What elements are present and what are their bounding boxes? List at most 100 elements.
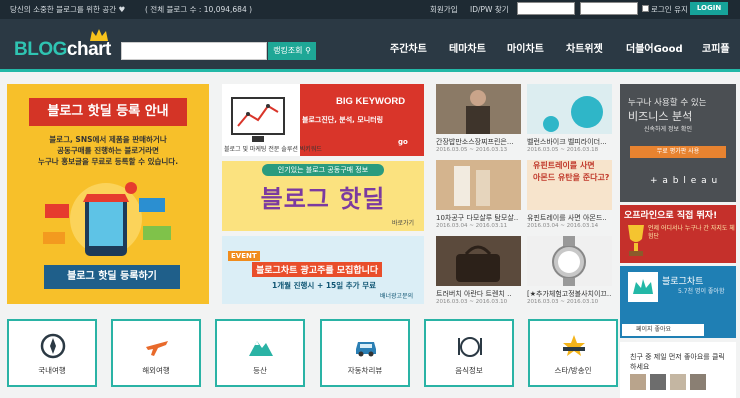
facebook-friends-text: 친구 중 제일 먼저 좋아요를 클릭하세요 — [630, 353, 725, 371]
site-tagline: 당신의 소중한 블로그를 위한 공간 ♥ — [10, 5, 126, 14]
balance-bike-photo — [527, 84, 612, 134]
person-photo — [436, 84, 521, 134]
product-thumb[interactable] — [527, 236, 612, 286]
hotdeal-info-banner[interactable]: 인기있는 블로그 공동구매 정보 블로그 핫딜 바로가기 — [222, 161, 424, 231]
product-date: 2016.03.05 ~ 2016.03.18 — [527, 147, 599, 153]
product-thumb[interactable]: 유핀트레이를 사면 아몬드 유탄을 준다고? — [527, 160, 612, 210]
hotdeal-info-pill: 인기있는 블로그 공동구매 정보 — [262, 164, 384, 176]
product-caption[interactable]: 간장밥만소스장찌프린은... — [436, 137, 522, 147]
category-food-info[interactable]: 음식정보 — [424, 319, 514, 387]
mountain-icon — [249, 341, 273, 356]
keep-login-label: 로그인 유지 — [651, 5, 688, 14]
top-utility-bar: 당신의 소중한 블로그를 위한 공간 ♥ ( 전체 블로그 수 : 10,094… — [0, 0, 740, 19]
friend-avatar[interactable] — [690, 374, 706, 390]
friend-avatar[interactable] — [630, 374, 646, 390]
product-caption[interactable]: [★추가체험고정볼사치이끄.. — [527, 289, 613, 299]
blogchart-page-avatar — [628, 272, 658, 302]
ranking-search-label: 랭킹조회 — [273, 46, 303, 55]
tableau-ad-line2: 비즈니스 분석 — [628, 110, 693, 123]
advertiser-event-banner[interactable]: EVENT 블로그차트 광고주를 모집합니다 1개월 진행시 + 15일 추가 … — [222, 236, 424, 304]
offline-ad-sub: 언제 어디서나 누구나 간 자지도 체험단 — [648, 225, 735, 240]
category-domestic-travel[interactable]: 국내여행 — [7, 319, 97, 387]
category-car-review[interactable]: 자동차리뷰 — [320, 319, 410, 387]
handbag-photo — [436, 236, 521, 286]
category-label: 국내여행 — [38, 366, 66, 375]
tableau-brand: + a b l e a u — [650, 176, 719, 186]
event-badge: EVENT — [228, 251, 260, 261]
product-date: 2016.03.03 ~ 2016.03.10 — [527, 299, 599, 305]
chart-monitor-illustration — [231, 97, 285, 142]
product-thumb[interactable] — [436, 84, 521, 134]
keep-login-checkbox[interactable] — [642, 5, 649, 12]
product-date: 2016.03.04 ~ 2016.03.11 — [436, 223, 508, 229]
find-id-pw-link[interactable]: ID/PW 찾기 — [470, 4, 509, 15]
facebook-like-button[interactable]: 페이지 좋아요 — [622, 324, 704, 336]
hotdeal-info-more[interactable]: 바로가기 — [392, 218, 414, 227]
product-thumb[interactable] — [436, 160, 521, 210]
product-thumb[interactable] — [527, 84, 612, 134]
desc-line: 공동구매를 진행하는 블로거라면 — [57, 146, 159, 155]
product-date: 2016.03.05 ~ 2016.03.13 — [436, 147, 508, 153]
hotdeal-register-button[interactable]: 블로그 핫딜 등록하기 — [44, 265, 180, 289]
category-label: 해외여행 — [142, 366, 170, 375]
event-more[interactable]: 배너광고문의 — [380, 291, 413, 300]
airplane-icon — [146, 341, 168, 356]
trophy-icon — [628, 225, 644, 256]
product-caption[interactable]: 트러버치 아란다 트렌치 .. — [436, 289, 522, 299]
friend-avatar[interactable] — [670, 374, 686, 390]
product-caption[interactable]: 10차공구 다모살루 탐모살.. — [436, 213, 522, 223]
category-label: 스타/방송인 — [554, 366, 592, 375]
facebook-page-widget[interactable]: 블로그차트 5.7천 명이 좋아함 페이지 좋아요 — [620, 266, 736, 338]
compass-icon — [40, 333, 66, 359]
tableau-ad[interactable]: 누구나 사용할 수 있는 비즈니스 분석 신속하게 정보 확인 무료 평가판 사… — [620, 84, 736, 202]
tableau-ad-headline: 누구나 사용할 수 있는 비즈니스 분석 — [628, 97, 707, 123]
category-hiking[interactable]: 등산 — [215, 319, 305, 387]
nav-copeople[interactable]: 코피플 — [702, 40, 730, 55]
product-date: 2016.03.03 ~ 2016.03.10 — [436, 299, 508, 305]
dish-icon — [458, 337, 482, 357]
big-keyword-banner[interactable]: BIG KEYWORD 블로그진단, 분석, 모니터링 블로그 및 마케팅 전문… — [222, 84, 424, 156]
cosmetics-photo — [436, 160, 521, 210]
category-label: 자동차리뷰 — [347, 366, 383, 375]
category-star-celebrity[interactable]: 스타/방송인 — [528, 319, 618, 387]
event-title: 블로그차트 광고주를 모집합니다 — [252, 262, 383, 277]
big-keyword-title: BIG KEYWORD — [336, 96, 406, 107]
hotdeal-banner-title: 블로그 핫딜 등록 안내 — [29, 98, 187, 126]
offline-experience-ad[interactable]: 오프라인으로 직접 뛰자! 언제 어디서나 누구나 간 자지도 체험단 — [620, 205, 736, 263]
nav-my-chart[interactable]: 마이차트 — [507, 40, 544, 55]
friend-avatar[interactable] — [650, 374, 666, 390]
ranking-search-button[interactable]: 랭킹조회 ⚲ — [268, 42, 316, 60]
category-label: 음식정보 — [455, 366, 483, 375]
tableau-trial-button[interactable]: 무료 평가판 사용 — [630, 146, 726, 158]
login-button[interactable]: LOGIN — [690, 2, 728, 15]
event-sub: 1개월 진행시 + 15일 추가 무료 — [272, 281, 376, 290]
big-keyword-tag: 블로그진단, 분석, 모니터링 — [302, 116, 384, 124]
facebook-like-label: 페이지 좋아요 — [636, 326, 672, 333]
tableau-ad-line1: 누구나 사용할 수 있는 — [628, 98, 707, 108]
hotdeal-register-banner[interactable]: 블로그 핫딜 등록 안내 블로그, SNS에서 제품을 판매하거나 공동구매를 … — [7, 84, 209, 304]
nav-theme-chart[interactable]: 테마차트 — [449, 40, 486, 55]
facebook-friends-panel: 친구 중 제일 먼저 좋아요를 클릭하세요 — [620, 342, 736, 398]
shopping-illustration — [43, 182, 171, 256]
big-keyword-go[interactable]: go — [398, 138, 408, 146]
hotdeal-banner-desc: 블로그, SNS에서 제품을 판매하거나 공동구매를 진행하는 블로거라면 누구… — [15, 134, 201, 167]
product-caption[interactable]: 유핀트레이를 사면 아몬드.. — [527, 213, 613, 223]
nav-chart-widget[interactable]: 차트위젯 — [566, 40, 603, 55]
hotdeal-info-title: 블로그 핫딜 — [260, 185, 386, 213]
id-input[interactable] — [517, 2, 575, 15]
search-input[interactable] — [121, 42, 267, 60]
desc-line: 블로그, SNS에서 제품을 판매하거나 — [49, 135, 167, 144]
signup-link[interactable]: 회원가입 — [430, 4, 458, 15]
thumb-overlay-line1: 유핀트레이를 사면 — [533, 161, 595, 170]
nav-together-good[interactable]: 더블어Good — [626, 40, 683, 55]
product-caption[interactable]: 벨런스바이크 벨피라이더... — [527, 137, 613, 147]
desc-line: 누구나 홍보글을 무료로 등록할 수 있습니다. — [37, 157, 179, 166]
search-icon: ⚲ — [305, 46, 311, 55]
offline-ad-title: 오프라인으로 직접 뛰자! — [624, 211, 718, 221]
watch-photo — [527, 236, 612, 286]
category-overseas-travel[interactable]: 해외여행 — [111, 319, 201, 387]
nav-weekly-chart[interactable]: 주간차트 — [390, 40, 427, 55]
main-header: BLOGchart 랭킹조회 ⚲ 주간차트 테마차트 마이차트 차트위젯 더블어… — [0, 19, 740, 69]
password-input[interactable] — [580, 2, 638, 15]
product-thumb[interactable] — [436, 236, 521, 286]
